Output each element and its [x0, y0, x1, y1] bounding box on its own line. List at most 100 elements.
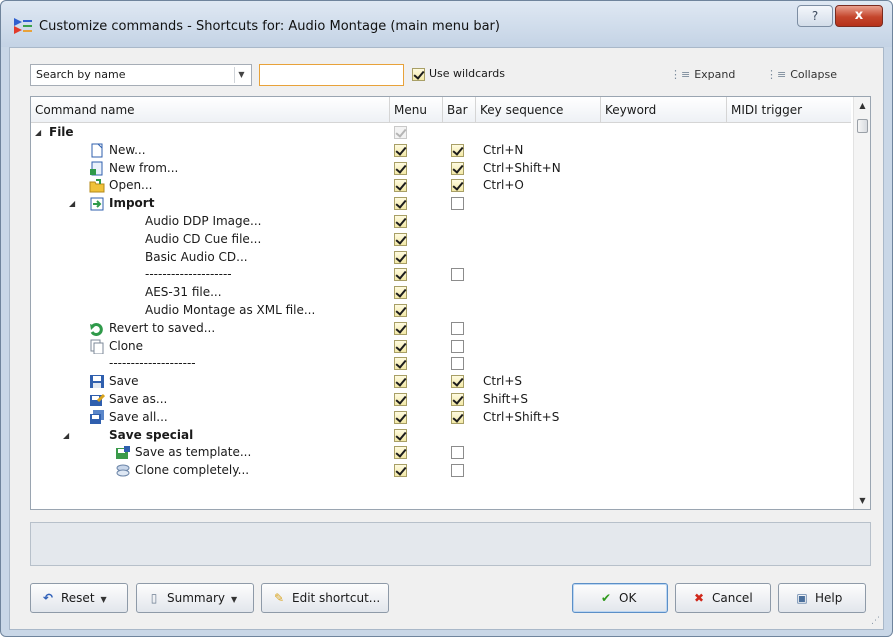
command-row[interactable]: ◢ Save special	[31, 427, 851, 445]
bar-checkbox[interactable]	[451, 410, 464, 424]
col-keyword[interactable]: Keyword	[601, 97, 727, 123]
key-sequence-cell[interactable]: Ctrl+Shift+N	[483, 160, 561, 177]
cross-icon: ✖	[693, 591, 705, 605]
bar-checkbox[interactable]	[451, 161, 464, 175]
command-row[interactable]: Save all... Ctrl+Shift+S	[31, 409, 851, 427]
menu-checkbox[interactable]	[394, 410, 407, 424]
command-name: AES-31 file...	[145, 285, 222, 300]
col-command-name[interactable]: Command name	[31, 97, 390, 123]
menu-checkbox[interactable]	[394, 250, 407, 264]
command-row[interactable]: New from... Ctrl+Shift+N	[31, 160, 851, 178]
close-window-button[interactable]: x	[835, 5, 883, 27]
cancel-button[interactable]: ✖ Cancel	[675, 583, 771, 613]
bar-checkbox[interactable]	[451, 446, 464, 460]
command-row[interactable]: ◢ File	[31, 124, 851, 142]
key-sequence-cell[interactable]: Ctrl+S	[483, 373, 522, 390]
save-all-icon	[90, 409, 104, 424]
bar-checkbox[interactable]	[451, 268, 464, 282]
bar-checkbox[interactable]	[451, 392, 464, 406]
chevron-down-icon[interactable]: ▼	[234, 67, 248, 83]
scroll-down-icon[interactable]: ▼	[854, 492, 870, 509]
col-key-sequence[interactable]: Key sequence	[476, 97, 601, 123]
ok-label: OK	[619, 591, 637, 605]
search-mode-select[interactable]: Search by name ▼	[30, 64, 252, 86]
expand-toggle-icon[interactable]: ◢	[69, 195, 75, 212]
undo-icon: ↶	[42, 591, 54, 605]
edit-shortcut-button[interactable]: ✎ Edit shortcut...	[261, 583, 389, 613]
menu-checkbox[interactable]	[394, 286, 407, 300]
bar-checkbox[interactable]	[451, 357, 464, 371]
command-row[interactable]: Clone completely...	[31, 462, 851, 480]
save-as-icon	[90, 393, 105, 406]
command-row[interactable]: New... Ctrl+N	[31, 142, 851, 160]
menu-checkbox[interactable]	[394, 339, 407, 353]
command-row[interactable]: --------------------	[31, 266, 851, 284]
key-sequence-cell[interactable]: Shift+S	[483, 391, 528, 408]
menu-checkbox[interactable]	[394, 268, 407, 282]
use-wildcards-option[interactable]: Use wildcards	[412, 67, 505, 81]
command-row[interactable]: AES-31 file...	[31, 284, 851, 302]
col-menu[interactable]: Menu	[390, 97, 443, 123]
command-row[interactable]: --------------------	[31, 355, 851, 373]
command-row[interactable]: ◢ Import	[31, 195, 851, 213]
menu-checkbox[interactable]	[394, 392, 407, 406]
use-wildcards-checkbox[interactable]	[412, 67, 425, 81]
scroll-thumb[interactable]	[857, 119, 868, 133]
command-row[interactable]: Audio CD Cue file...	[31, 231, 851, 249]
menu-checkbox[interactable]	[394, 375, 407, 389]
menu-checkbox[interactable]	[394, 428, 407, 442]
menu-checkbox[interactable]	[394, 357, 407, 371]
menu-checkbox[interactable]	[394, 214, 407, 228]
command-row[interactable]: Save as template...	[31, 444, 851, 462]
menu-checkbox[interactable]	[394, 143, 407, 157]
title-help-button[interactable]: ?	[797, 5, 833, 27]
title-bar[interactable]: Customize commands - Shortcuts for: Audi…	[1, 1, 892, 47]
menu-checkbox[interactable]	[394, 303, 407, 317]
bar-checkbox[interactable]	[451, 321, 464, 335]
bar-checkbox[interactable]	[451, 375, 464, 389]
key-sequence-cell[interactable]: Ctrl+O	[483, 177, 524, 194]
bar-checkbox[interactable]	[451, 179, 464, 193]
key-sequence-cell[interactable]: Ctrl+Shift+S	[483, 409, 559, 426]
expand-button[interactable]: ⋮≡ Expand	[670, 68, 735, 81]
collapse-button[interactable]: ⋮≡ Collapse	[766, 68, 837, 81]
menu-checkbox[interactable]	[394, 446, 407, 460]
expand-toggle-icon[interactable]: ◢	[35, 124, 41, 141]
bar-checkbox[interactable]	[451, 339, 464, 353]
dialog-window: Customize commands - Shortcuts for: Audi…	[0, 0, 893, 637]
menu-checkbox[interactable]	[394, 197, 407, 211]
summary-button[interactable]: ▯ Summary ▼	[136, 583, 254, 613]
command-row[interactable]: Save Ctrl+S	[31, 373, 851, 391]
command-name: File	[49, 125, 74, 139]
search-input[interactable]	[259, 64, 404, 86]
menu-checkbox[interactable]	[394, 232, 407, 246]
revert-icon	[90, 322, 103, 336]
menu-checkbox[interactable]	[394, 126, 407, 139]
resize-grip-icon[interactable]: ⋰	[871, 616, 880, 626]
col-bar[interactable]: Bar	[443, 97, 476, 123]
command-row[interactable]: Audio Montage as XML file...	[31, 302, 851, 320]
command-row[interactable]: Basic Audio CD...	[31, 249, 851, 267]
help-button[interactable]: ▣ Help	[778, 583, 866, 613]
command-row[interactable]: Open... Ctrl+O	[31, 177, 851, 195]
menu-checkbox[interactable]	[394, 321, 407, 335]
bar-checkbox[interactable]	[451, 143, 464, 157]
bar-checkbox[interactable]	[451, 197, 464, 211]
scroll-up-icon[interactable]: ▲	[854, 97, 870, 114]
bar-checkbox[interactable]	[451, 464, 464, 478]
menu-checkbox[interactable]	[394, 464, 407, 478]
command-row[interactable]: Audio DDP Image...	[31, 213, 851, 231]
key-sequence-cell[interactable]: Ctrl+N	[483, 142, 523, 159]
command-name: Save as template...	[135, 445, 252, 460]
command-row[interactable]: Save as... Shift+S	[31, 391, 851, 409]
command-name: Basic Audio CD...	[145, 249, 248, 264]
command-row[interactable]: Revert to saved...	[31, 320, 851, 338]
col-midi-trigger[interactable]: MIDI trigger	[727, 97, 851, 123]
menu-checkbox[interactable]	[394, 179, 407, 193]
ok-button[interactable]: ✔ OK	[572, 583, 668, 613]
reset-button[interactable]: ↶ Reset ▼	[30, 583, 128, 613]
expand-toggle-icon[interactable]: ◢	[63, 427, 69, 444]
command-row[interactable]: Clone	[31, 338, 851, 356]
vertical-scrollbar[interactable]: ▲ ▼	[853, 97, 870, 509]
menu-checkbox[interactable]	[394, 161, 407, 175]
